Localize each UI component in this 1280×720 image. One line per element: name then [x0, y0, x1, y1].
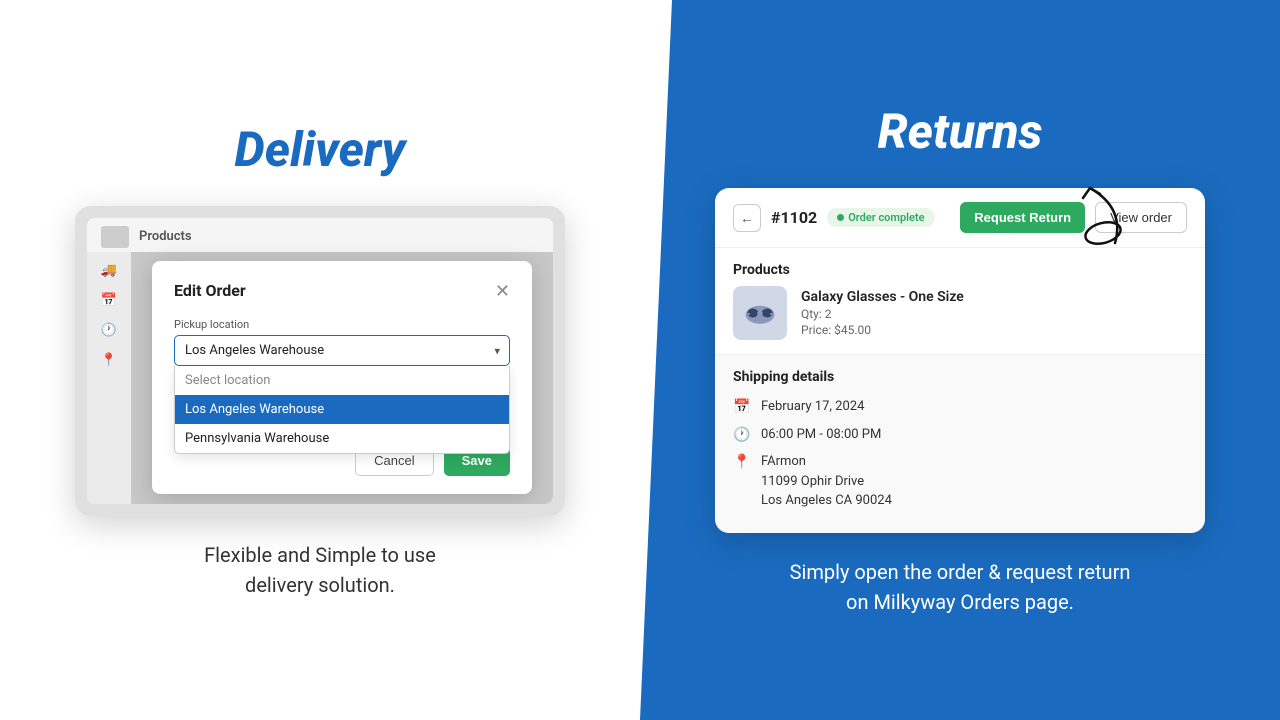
- shipping-time: 06:00 PM - 08:00 PM: [761, 425, 881, 445]
- right-content-wrapper: ← #1102 Order complete Request Return Vi…: [715, 188, 1205, 533]
- dropdown-placeholder[interactable]: Select location: [175, 366, 509, 395]
- tablet-top-bar: Products: [87, 218, 553, 252]
- delivery-desc-line1: Flexible and Simple to use: [204, 543, 436, 567]
- delivery-description: Flexible and Simple to use delivery solu…: [204, 540, 436, 600]
- pickup-dropdown-list: Select location Los Angeles Warehouse Pe…: [174, 366, 510, 454]
- order-header-actions: Request Return View order: [960, 202, 1187, 233]
- order-status-label: Order complete: [848, 211, 924, 224]
- shipping-time-row: 🕐 06:00 PM - 08:00 PM: [733, 425, 1187, 445]
- product-info: Galaxy Glasses - One Size Qty: 2 Price: …: [801, 289, 964, 337]
- returns-description: Simply open the order & request return o…: [790, 557, 1131, 617]
- pin-icon: 📍: [98, 350, 120, 372]
- shipping-address2: Los Angeles CA 90024: [761, 493, 892, 508]
- shipping-address: FArmon 11099 Ophir Drive Los Angeles CA …: [761, 452, 892, 511]
- order-id: #1102: [771, 208, 817, 227]
- product-thumbnail: [101, 226, 129, 248]
- modal-title: Edit Order: [174, 281, 246, 300]
- status-dot: [837, 214, 844, 221]
- shipping-date: February 17, 2024: [761, 397, 864, 417]
- tablet-content: 🚚 📅 🕐 📍 Edit Order ✕: [87, 252, 553, 504]
- back-button[interactable]: ←: [733, 204, 761, 232]
- tablet-top-bar-label: Products: [139, 229, 192, 244]
- calendar-icon: 📅: [98, 290, 120, 312]
- pickup-select-wrapper: Los Angeles Warehouse ▾ Select location …: [174, 335, 510, 366]
- order-status-badge: Order complete: [827, 208, 934, 227]
- left-panel: Delivery Products 🚚 📅 🕐 📍: [0, 0, 640, 720]
- shipping-section: Shipping details 📅 February 17, 2024 🕐 0…: [715, 354, 1205, 533]
- delivery-title: Delivery: [235, 121, 406, 178]
- dropdown-option-la[interactable]: Los Angeles Warehouse: [175, 395, 509, 424]
- modal-overlay: Edit Order ✕ Pickup location Los Angeles…: [131, 252, 553, 504]
- edit-order-modal: Edit Order ✕ Pickup location Los Angeles…: [152, 261, 532, 494]
- product-row: Galaxy Glasses - One Size Qty: 2 Price: …: [715, 286, 1205, 354]
- request-return-button[interactable]: Request Return: [960, 202, 1085, 233]
- order-card: ← #1102 Order complete Request Return Vi…: [715, 188, 1205, 533]
- tablet-main: Edit Order ✕ Pickup location Los Angeles…: [131, 252, 553, 504]
- modal-close-button[interactable]: ✕: [495, 282, 510, 300]
- view-order-button[interactable]: View order: [1095, 202, 1187, 233]
- returns-desc-line2: on Milkyway Orders page.: [846, 590, 1074, 614]
- product-price: Price: $45.00: [801, 323, 964, 337]
- delivery-desc-line2: delivery solution.: [245, 573, 395, 597]
- shipping-section-title: Shipping details: [733, 369, 1187, 385]
- returns-title: Returns: [878, 103, 1043, 160]
- shipping-address-row: 📍 FArmon 11099 Ophir Drive Los Angeles C…: [733, 452, 1187, 511]
- dropdown-option-pa[interactable]: Pennsylvania Warehouse: [175, 424, 509, 453]
- product-name: Galaxy Glasses - One Size: [801, 289, 964, 305]
- shipping-name: FArmon: [761, 454, 806, 469]
- order-card-header: ← #1102 Order complete Request Return Vi…: [715, 188, 1205, 248]
- tablet-sidebar: 🚚 📅 🕐 📍: [87, 252, 131, 504]
- modal-header: Edit Order ✕: [174, 281, 510, 300]
- pickup-label: Pickup location: [174, 318, 510, 331]
- shipping-date-row: 📅 February 17, 2024: [733, 397, 1187, 417]
- clock-icon: 🕐: [98, 320, 120, 342]
- tablet-mockup: Products 🚚 📅 🕐 📍 Edi: [75, 206, 565, 516]
- product-qty: Qty: 2: [801, 307, 964, 321]
- product-img-svg: [742, 295, 778, 331]
- order-id-row: ← #1102 Order complete: [733, 204, 935, 232]
- shipping-address1: 11099 Ophir Drive: [761, 474, 864, 489]
- returns-desc-line1: Simply open the order & request return: [790, 560, 1131, 584]
- shipping-clock-icon: 🕐: [733, 426, 751, 444]
- product-image: [733, 286, 787, 340]
- right-panel: Returns ← #1102 Order complete Request R…: [640, 0, 1280, 720]
- shipping-pin-icon: 📍: [733, 453, 751, 471]
- ship-icon: 🚚: [98, 260, 120, 282]
- products-section-title: Products: [715, 248, 1205, 286]
- shipping-calendar-icon: 📅: [733, 398, 751, 416]
- pickup-select[interactable]: Los Angeles Warehouse: [174, 335, 510, 366]
